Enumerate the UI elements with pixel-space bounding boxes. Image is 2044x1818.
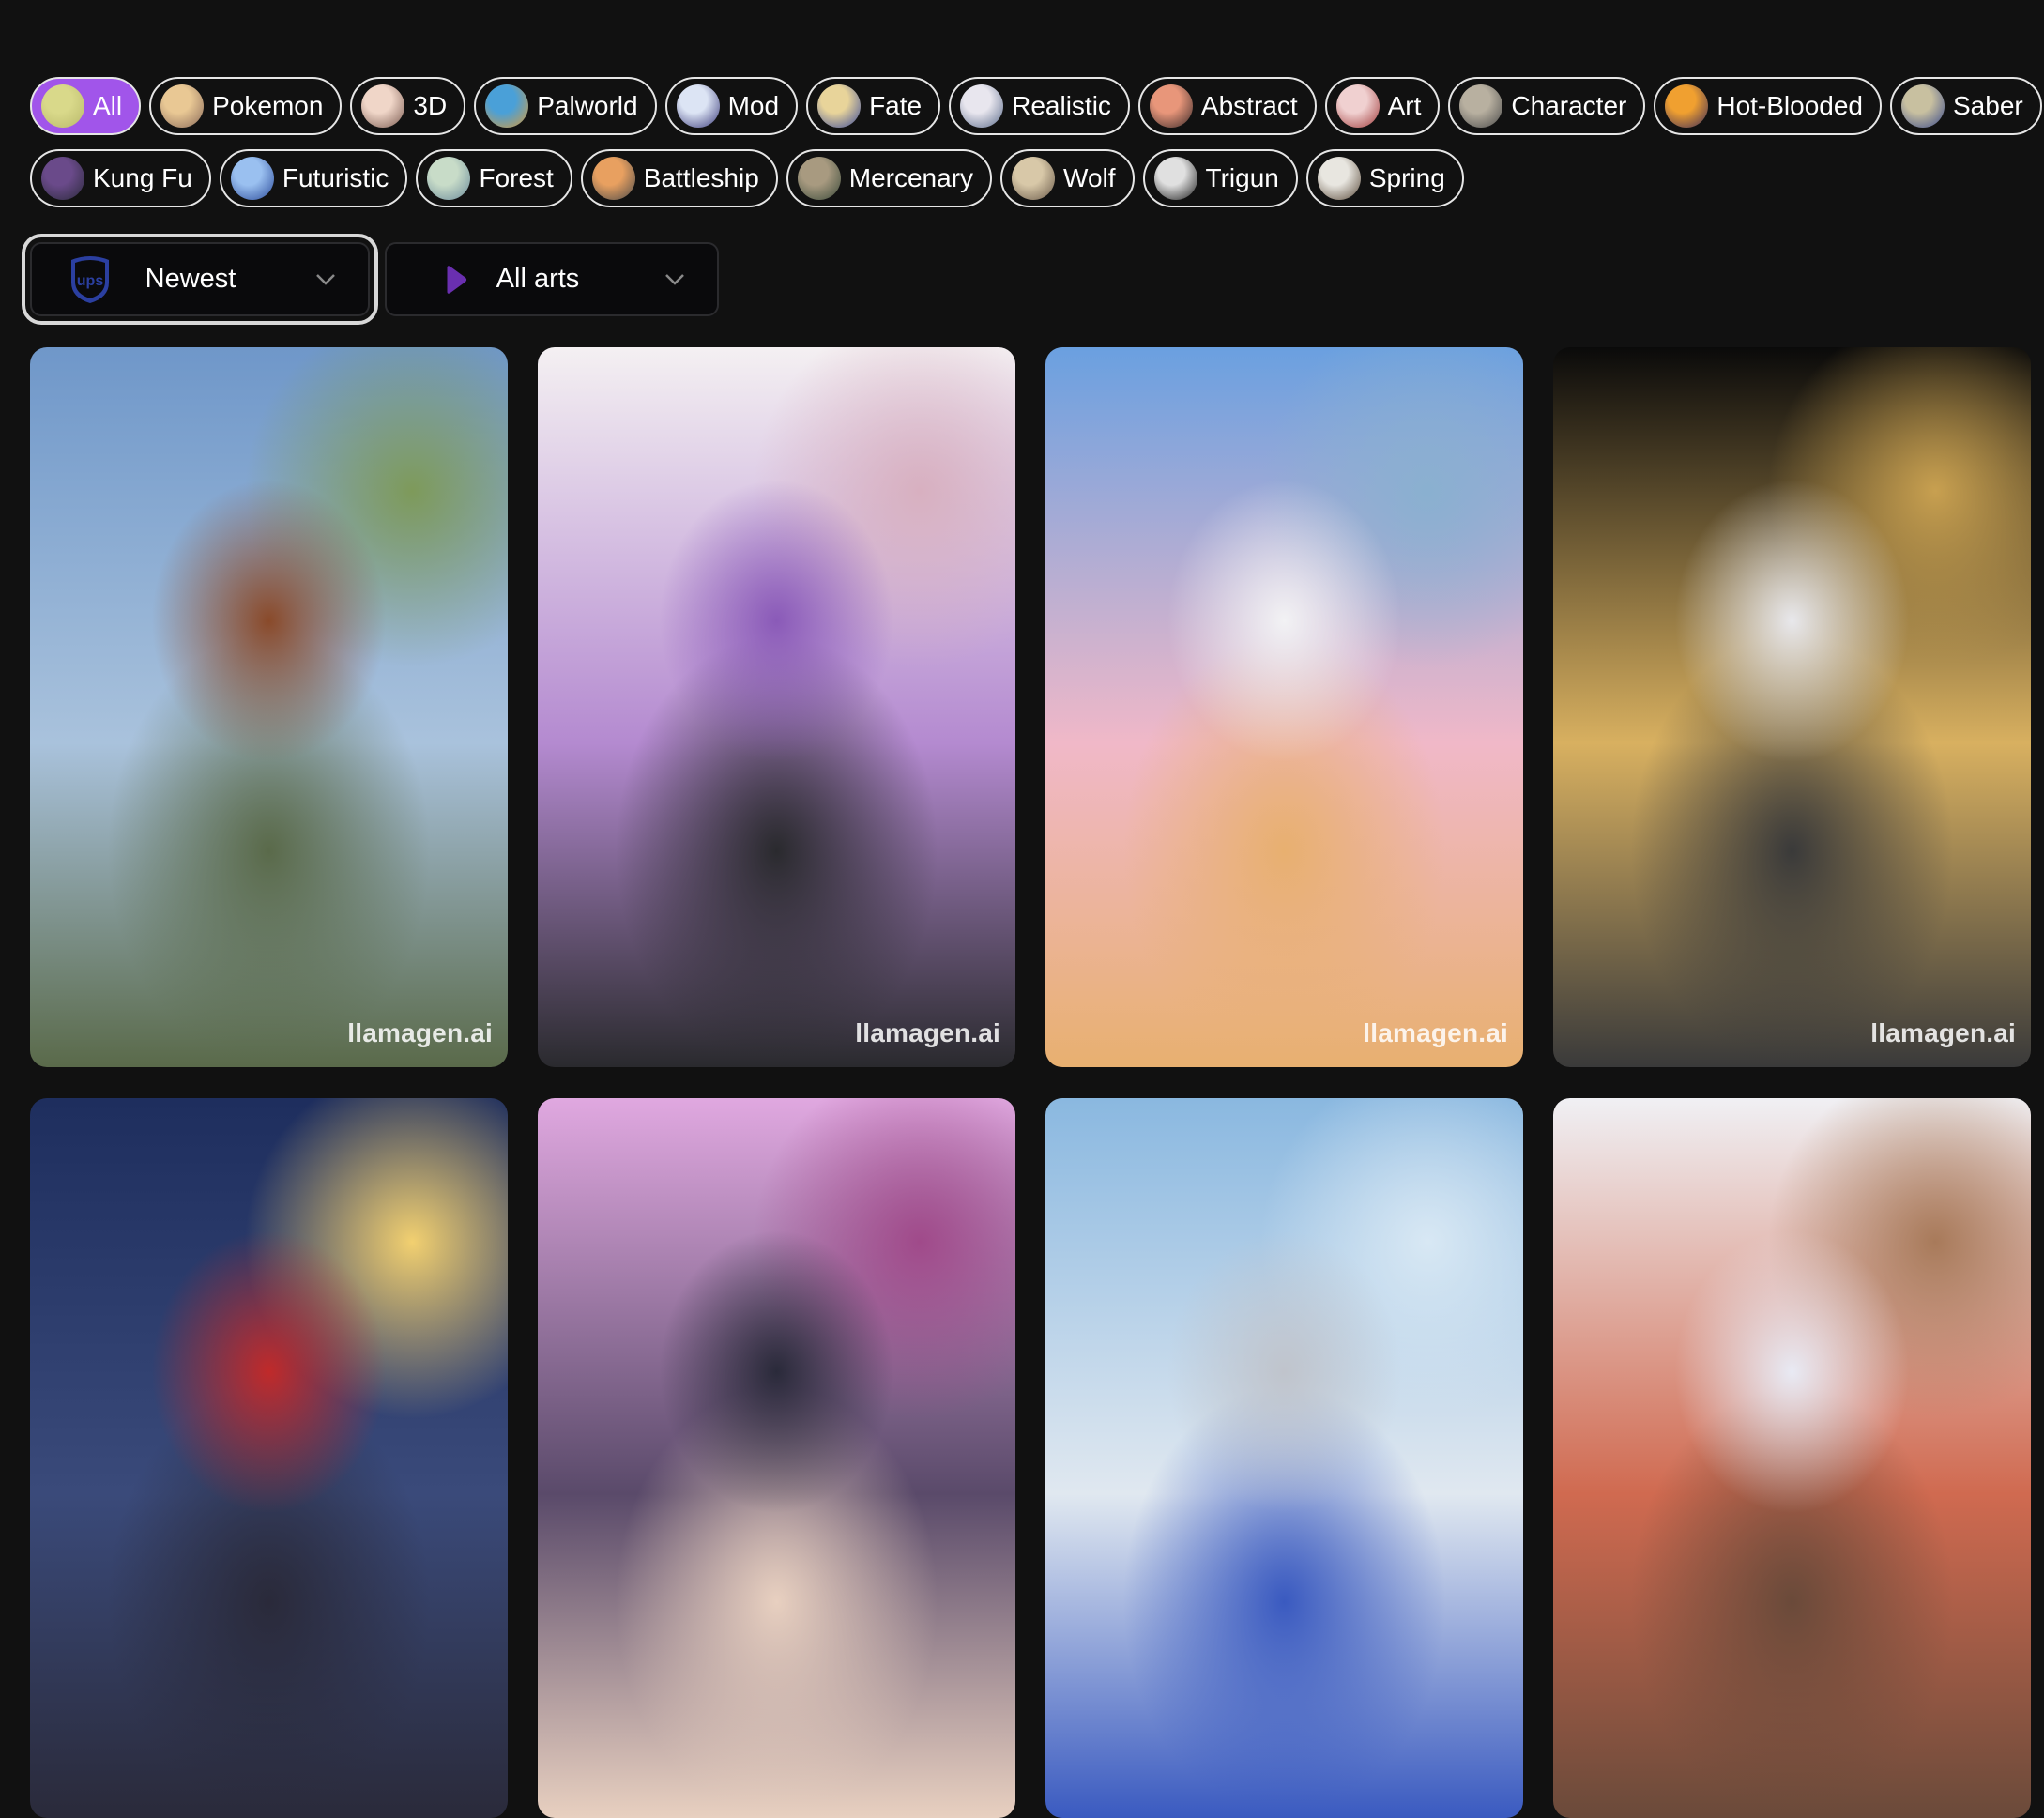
anime-folder-thumb [41,84,84,128]
chevron-down-icon [316,273,335,285]
3d-girl-thumb [361,84,405,128]
gallery-card[interactable]: llamagen.ai [30,347,508,1067]
sort-dropdown[interactable]: ups Newest [30,242,370,316]
artwork-image-girl-at-computer [538,1098,1015,1818]
image-gallery-grid: llamagen.ai llamagen.ai llamagen.ai llamage… [30,347,2031,1818]
category-chip-label: Mod [727,91,780,120]
kung-fu-thumb [41,157,84,200]
fate-saber-thumb [817,84,862,128]
art-girl-thumb [1335,84,1380,128]
forest-thumb [427,157,471,200]
mod-girl-thumb [676,84,720,128]
hot-blooded-thumb [1665,84,1709,128]
artwork-image-two-girls-winter-scarves [1553,1098,2031,1818]
palworld-thumb [485,84,529,128]
saber-thumb [1901,84,1945,128]
category-chip-label: Hot-Blooded [1716,91,1863,120]
category-chip-label: Spring [1368,163,1445,192]
category-chip-label: Pokemon [212,91,324,120]
watermark-text: llamagen.ai [347,1018,493,1047]
trigun-thumb [1153,157,1197,200]
category-chip-label: Wolf [1063,163,1116,192]
artwork-image-three-pink-hair-girls-swimsuits [1045,347,1523,1067]
category-chip-label: Forest [479,163,554,192]
category-chip-palworld[interactable]: Palworld [474,77,657,135]
mercenary-thumb [797,157,841,200]
category-chip-spring[interactable]: Spring [1305,149,1464,207]
category-chip-battleship[interactable]: Battleship [580,149,778,207]
category-chip-label: Battleship [643,163,759,192]
artwork-image-silver-hair-girl-ice [1045,1098,1523,1818]
category-chip-mod[interactable]: Mod [664,77,799,135]
sunset-silhouette-thumb [1149,84,1193,128]
category-chip-saber[interactable]: Saber [1890,77,2042,135]
category-chip-label: Abstract [1200,91,1298,120]
category-chip-label: 3D [413,91,448,120]
category-chip-label: Palworld [537,91,638,120]
category-chip-label: Art [1387,91,1422,120]
watermark-text: llamagen.ai [1363,1018,1508,1047]
artwork-image-purple-hair-girl-black-coat [538,347,1015,1067]
category-chip-label: Fate [869,91,923,120]
category-chip-label: Saber [1953,91,2023,120]
category-chip-forest[interactable]: Forest [416,149,572,207]
category-chip-kung-fu[interactable]: Kung Fu [30,149,211,207]
character-thumb [1459,84,1503,128]
gallery-card[interactable]: llamagen.ai [1045,347,1523,1067]
category-chip-label: Trigun [1205,163,1279,192]
category-chip-realistic[interactable]: Realistic [949,77,1130,135]
category-chip-hot-blooded[interactable]: Hot-Blooded [1654,77,1882,135]
category-chip-label: Realistic [1012,91,1111,120]
artwork-image-silver-hair-hooded-girl [1553,347,2031,1067]
battleship-thumb [591,157,635,200]
futuristic-thumb [230,157,274,200]
category-chip-label: Futuristic [282,163,389,192]
category-chip-label: Kung Fu [93,163,192,192]
category-chip-futuristic[interactable]: Futuristic [219,149,408,207]
category-chip-mercenary[interactable]: Mercenary [786,149,993,207]
artwork-image-christmas-cat-girl [30,1098,508,1818]
blonde-girl-thumb [160,84,205,128]
category-chip-label: Character [1511,91,1627,120]
gallery-card[interactable]: llamagen.ai [1553,347,2031,1067]
category-chip-fate[interactable]: Fate [806,77,941,135]
category-chip-3d[interactable]: 3D [350,77,466,135]
category-chip-pokemon[interactable]: Pokemon [149,77,343,135]
gallery-card[interactable] [1553,1098,2031,1818]
category-chip-art[interactable]: Art [1324,77,1441,135]
artwork-image-aviator-and-biplane [30,347,508,1067]
category-chip-label: Mercenary [848,163,974,192]
gallery-card[interactable] [1045,1098,1523,1818]
category-chip-abstract[interactable]: Abstract [1137,77,1317,135]
gallery-card[interactable] [30,1098,508,1818]
watermark-text: llamagen.ai [855,1018,1000,1047]
category-chip-character[interactable]: Character [1448,77,1646,135]
chevron-down-icon [665,273,684,285]
category-chip-wolf[interactable]: Wolf [1000,149,1135,207]
realistic-thumb [960,84,1004,128]
watermark-text: llamagen.ai [1870,1018,2016,1047]
art-type-dropdown[interactable]: All arts [385,242,719,316]
gallery-card[interactable]: llamagen.ai [538,347,1015,1067]
category-chip-all[interactable]: All [30,77,142,135]
spring-thumb [1317,157,1361,200]
category-chip-trigun[interactable]: Trigun [1142,149,1298,207]
category-chips-row-1: All Pokemon 3D Palworld Mod Fate Realistic Abst… [30,77,2042,135]
gallery-card[interactable] [538,1098,1015,1818]
category-chip-label: All [93,91,123,120]
wolf-thumb [1012,157,1056,200]
category-chips-row-2: Kung Fu Futuristic Forest Battleship Mercena… [30,149,1464,207]
